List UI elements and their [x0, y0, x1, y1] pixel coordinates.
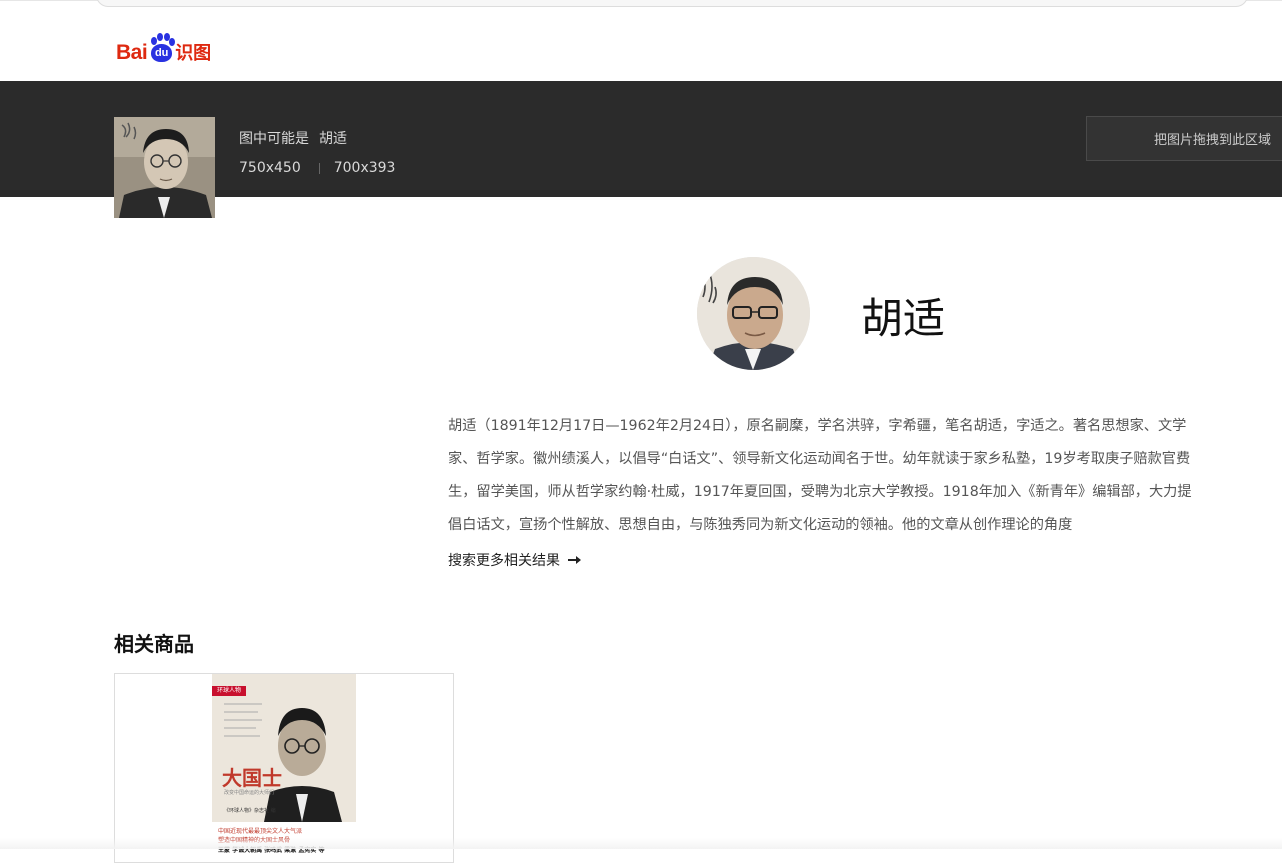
browser-address-strip [96, 0, 1248, 7]
product-card[interactable]: 环球人物 大国士 改变中国命运的大师们 《环球人物》杂志社 编 中国近现代最最顶… [114, 673, 454, 863]
size-option[interactable]: 700x393 [334, 160, 396, 176]
related-products-title: 相关商品 [114, 632, 194, 656]
book-cover-image: 环球人物 大国士 改变中国命运的大师们 《环球人物》杂志社 编 中国近现代最最顶… [212, 674, 356, 862]
cover-subtitle: 改变中国命运的大师们 [224, 790, 275, 796]
search-more-link[interactable]: 搜索更多相关结果 [448, 550, 582, 570]
cover-line: 中国近现代最最顶尖文人大气派 [218, 828, 303, 835]
image-size-list: 750x450 700x393 [239, 160, 395, 176]
paw-icon: du [148, 33, 176, 63]
cover-title: 大国士 [222, 766, 282, 790]
logo-text-bai: Bai [116, 41, 148, 64]
logo-paw-text: du [151, 44, 173, 62]
search-more-label: 搜索更多相关结果 [448, 553, 560, 569]
arrow-right-icon [568, 556, 581, 564]
portrait-thumbnail-image [114, 117, 215, 218]
entity-portrait-image [697, 257, 810, 370]
bottom-fade [0, 838, 1282, 849]
entity-avatar[interactable] [697, 257, 810, 370]
entity-title: 胡适 [861, 294, 946, 343]
recognition-guess: 图中可能是 胡适 [239, 128, 347, 148]
divider [318, 162, 320, 174]
guess-name[interactable]: 胡适 [319, 131, 347, 147]
logo-text-product: 识图 [175, 43, 212, 64]
query-image-thumbnail[interactable] [114, 117, 215, 218]
image-drop-zone[interactable]: 把图片拖拽到此区域 [1086, 116, 1282, 161]
entity-description: 胡适（1891年12月17日—1962年2月24日），原名嗣穈，学名洪骍，字希疆… [448, 418, 1192, 533]
size-option[interactable]: 750x450 [239, 160, 301, 176]
dropzone-label: 把图片拖拽到此区域 [1153, 133, 1271, 148]
baidu-shitu-logo[interactable]: Bai du 识图 [116, 31, 211, 63]
cover-tag: 环球人物 [212, 686, 246, 696]
top-header: Bai du 识图 [0, 0, 1282, 81]
guess-label: 图中可能是 [239, 131, 309, 147]
cover-author: 《环球人物》杂志社 编 [224, 808, 276, 814]
